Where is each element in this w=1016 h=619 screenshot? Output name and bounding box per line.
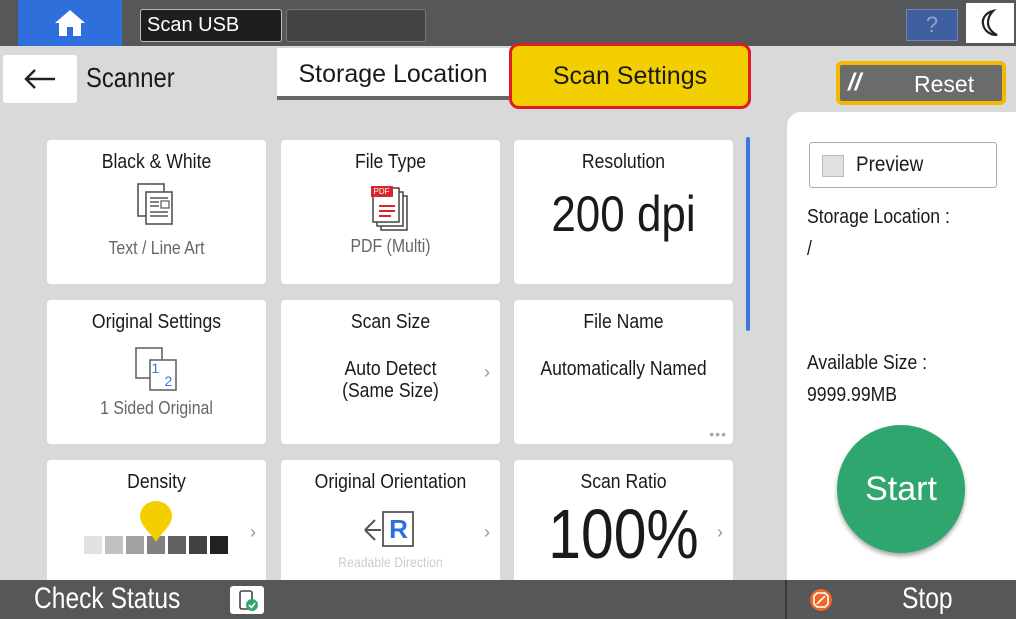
- tile-title: File Type: [354, 151, 427, 173]
- tile-value: Automatically Named: [540, 358, 707, 380]
- text-line-art-icon: [132, 182, 182, 228]
- storage-location-value: /: [807, 238, 812, 260]
- check-status-button[interactable]: Check Status: [34, 582, 180, 616]
- tile-value: Text / Line Art: [108, 238, 205, 258]
- tile-value: 1 Sided Original: [100, 398, 213, 418]
- storage-location-label: Storage Location :: [807, 206, 950, 228]
- start-button[interactable]: Start: [837, 425, 965, 553]
- density-step: [188, 536, 207, 554]
- available-size-value: 9999.99MB: [807, 384, 898, 406]
- tile-value-line1: Auto Detect: [344, 358, 437, 380]
- preview-label: Preview: [856, 153, 924, 176]
- tile-original-orientation[interactable]: Original Orientation R Readable Directio…: [281, 460, 500, 580]
- app-label: Scan USB: [140, 9, 282, 42]
- chevron-right-icon: ›: [250, 522, 256, 542]
- density-step: [83, 536, 102, 554]
- page-title: Scanner: [86, 62, 175, 93]
- tile-title: Resolution: [581, 151, 666, 173]
- bottom-divider: [785, 580, 787, 619]
- reset-button[interactable]: // Reset: [836, 61, 1006, 105]
- tile-density[interactable]: Density ›: [47, 460, 266, 580]
- home-icon: [55, 10, 85, 36]
- tile-title: File Name: [583, 311, 664, 333]
- back-button[interactable]: [3, 55, 77, 103]
- tile-title: Density: [127, 471, 186, 493]
- pdf-file-icon: PDF: [363, 182, 419, 232]
- chevron-right-icon: ›: [484, 362, 490, 382]
- tile-title: Original Settings: [91, 311, 222, 333]
- tile-value-line2: (Same Size): [342, 380, 439, 402]
- tile-value: 200 dpi: [551, 186, 696, 242]
- tile-value: PDF (Multi): [350, 236, 431, 256]
- right-panel: Preview Storage Location : / Available S…: [787, 112, 1016, 580]
- tab-scan-settings[interactable]: Scan Settings: [509, 43, 751, 109]
- chevron-right-icon: ›: [717, 522, 723, 542]
- tile-color-mode[interactable]: Black & White Text / Line Art: [47, 140, 266, 284]
- density-step: [104, 536, 123, 554]
- tile-value: Readable Direction: [338, 554, 443, 570]
- orientation-letter: R: [389, 514, 408, 544]
- tile-title: Black & White: [101, 151, 212, 173]
- tile-original-settings[interactable]: Original Settings 1 2 1 Sided Original: [47, 300, 266, 444]
- icon-page-one: 1: [151, 360, 160, 376]
- tile-file-name[interactable]: File Name Automatically Named •••: [514, 300, 733, 444]
- one-sided-original-icon: 1 2: [132, 346, 182, 392]
- density-slider-icon: [82, 500, 232, 556]
- stop-icon[interactable]: [810, 589, 832, 611]
- tile-title: Original Orientation: [314, 471, 467, 493]
- reset-label: Reset: [914, 71, 975, 97]
- moon-icon: [981, 9, 998, 37]
- tile-scan-ratio[interactable]: Scan Ratio 100% ›: [514, 460, 733, 580]
- app-label-empty: [286, 9, 426, 42]
- back-arrow-icon: [24, 69, 55, 89]
- chevron-right-icon: ›: [484, 522, 490, 542]
- tile-resolution[interactable]: Resolution 200 dpi: [514, 140, 733, 284]
- tile-scan-size[interactable]: Scan Size Auto Detect (Same Size) ›: [281, 300, 500, 444]
- tile-value: 100%: [548, 495, 699, 573]
- settings-scrollbar[interactable]: [746, 137, 750, 331]
- tile-title: Scan Size: [350, 311, 431, 333]
- tile-title: Scan Ratio: [580, 471, 667, 493]
- readable-direction-icon: R: [361, 506, 421, 550]
- reset-icon: //: [848, 69, 862, 96]
- help-button[interactable]: ?: [906, 9, 958, 41]
- density-marker: [139, 501, 172, 542]
- icon-page-two: 2: [164, 373, 173, 389]
- preview-check-box: [822, 155, 844, 177]
- available-size-label: Available Size :: [807, 352, 928, 374]
- device-status-icon[interactable]: [230, 586, 264, 614]
- home-button[interactable]: [18, 0, 122, 46]
- stop-button[interactable]: Stop: [902, 582, 953, 616]
- tab-storage-location[interactable]: Storage Location: [277, 48, 509, 100]
- top-bar: Scan USB ?: [0, 0, 1016, 46]
- bottom-bar: Check Status Stop: [0, 580, 1016, 619]
- preview-checkbox[interactable]: Preview: [809, 142, 997, 188]
- density-step: [125, 536, 144, 554]
- density-step: [167, 536, 186, 554]
- density-step: [209, 536, 228, 554]
- tile-file-type[interactable]: File Type PDF PDF (Multi): [281, 140, 500, 284]
- sleep-mode-button[interactable]: [966, 3, 1014, 43]
- pdf-icon-text: PDF: [373, 187, 390, 196]
- more-dots-icon: •••: [709, 426, 727, 442]
